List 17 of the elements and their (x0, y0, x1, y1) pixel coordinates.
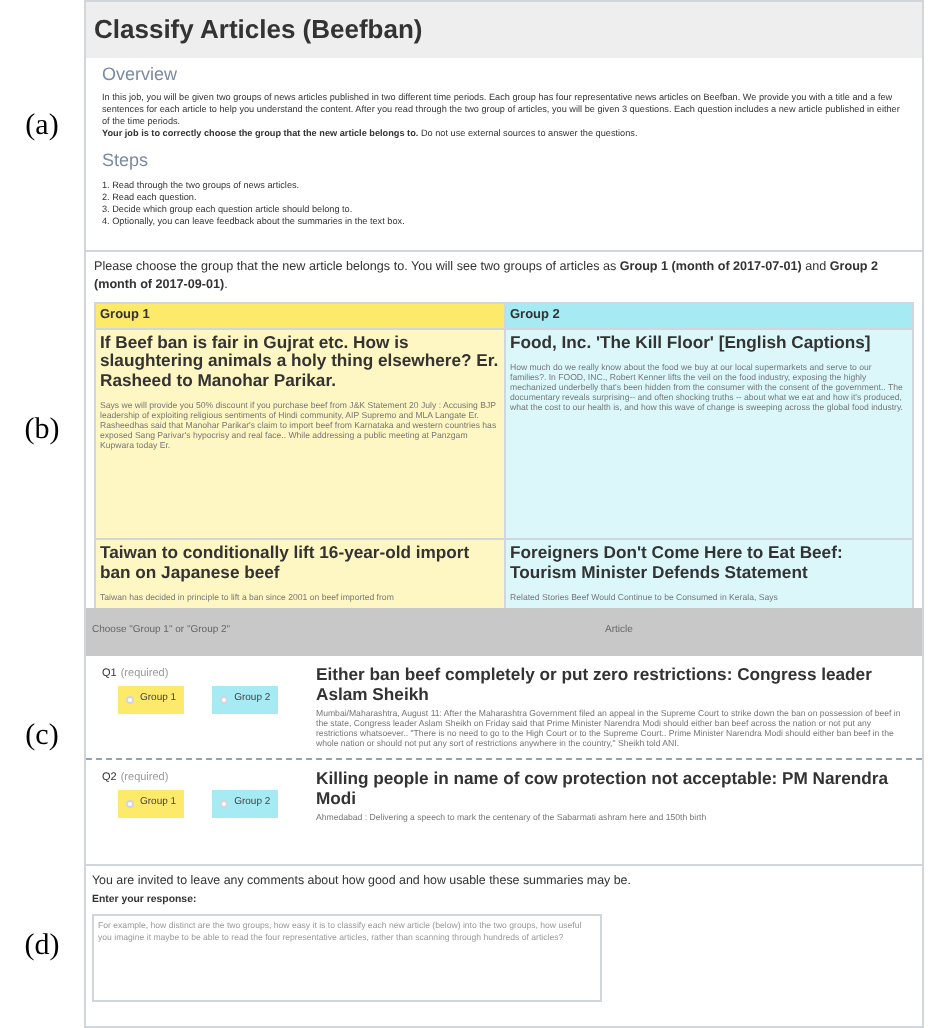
article-title: Killing people in name of cow protection not acceptable: PM Narendra Modi (316, 770, 891, 808)
article-title: Food, Inc. 'The Kill Floor' [English Captions] (510, 333, 873, 353)
panel-label: (b) (24, 411, 60, 450)
radio-icon[interactable] (126, 800, 134, 808)
panel-label: (d) (24, 927, 60, 966)
page-title: Classify Articles (Beefban) (86, 2, 922, 57)
section-heading: Overview (102, 61, 180, 87)
radio-icon[interactable] (220, 800, 229, 808)
panel-label: (c) (25, 717, 59, 756)
article-title: Foreigners Don't Come Here to Eat Beef: Tourism Minister Defends Statement (510, 544, 845, 582)
section-heading: Steps (102, 148, 151, 174)
panel-label: (a) (25, 107, 59, 146)
radio-icon[interactable] (220, 696, 229, 704)
article-title: If Beef ban is fair in Gujrat etc. How is slaughtering animals a holy thing elsewhere? Er. Rasheed to Manohar Parikar. (100, 333, 500, 391)
article-title: Either ban beef completely or put zero restrictions: Congress leader Aslam Sheikh (316, 666, 874, 704)
radio-icon[interactable] (126, 696, 134, 704)
article-title: Taiwan to conditionally lift 16-year-old import ban on Japanese beef (100, 544, 472, 582)
